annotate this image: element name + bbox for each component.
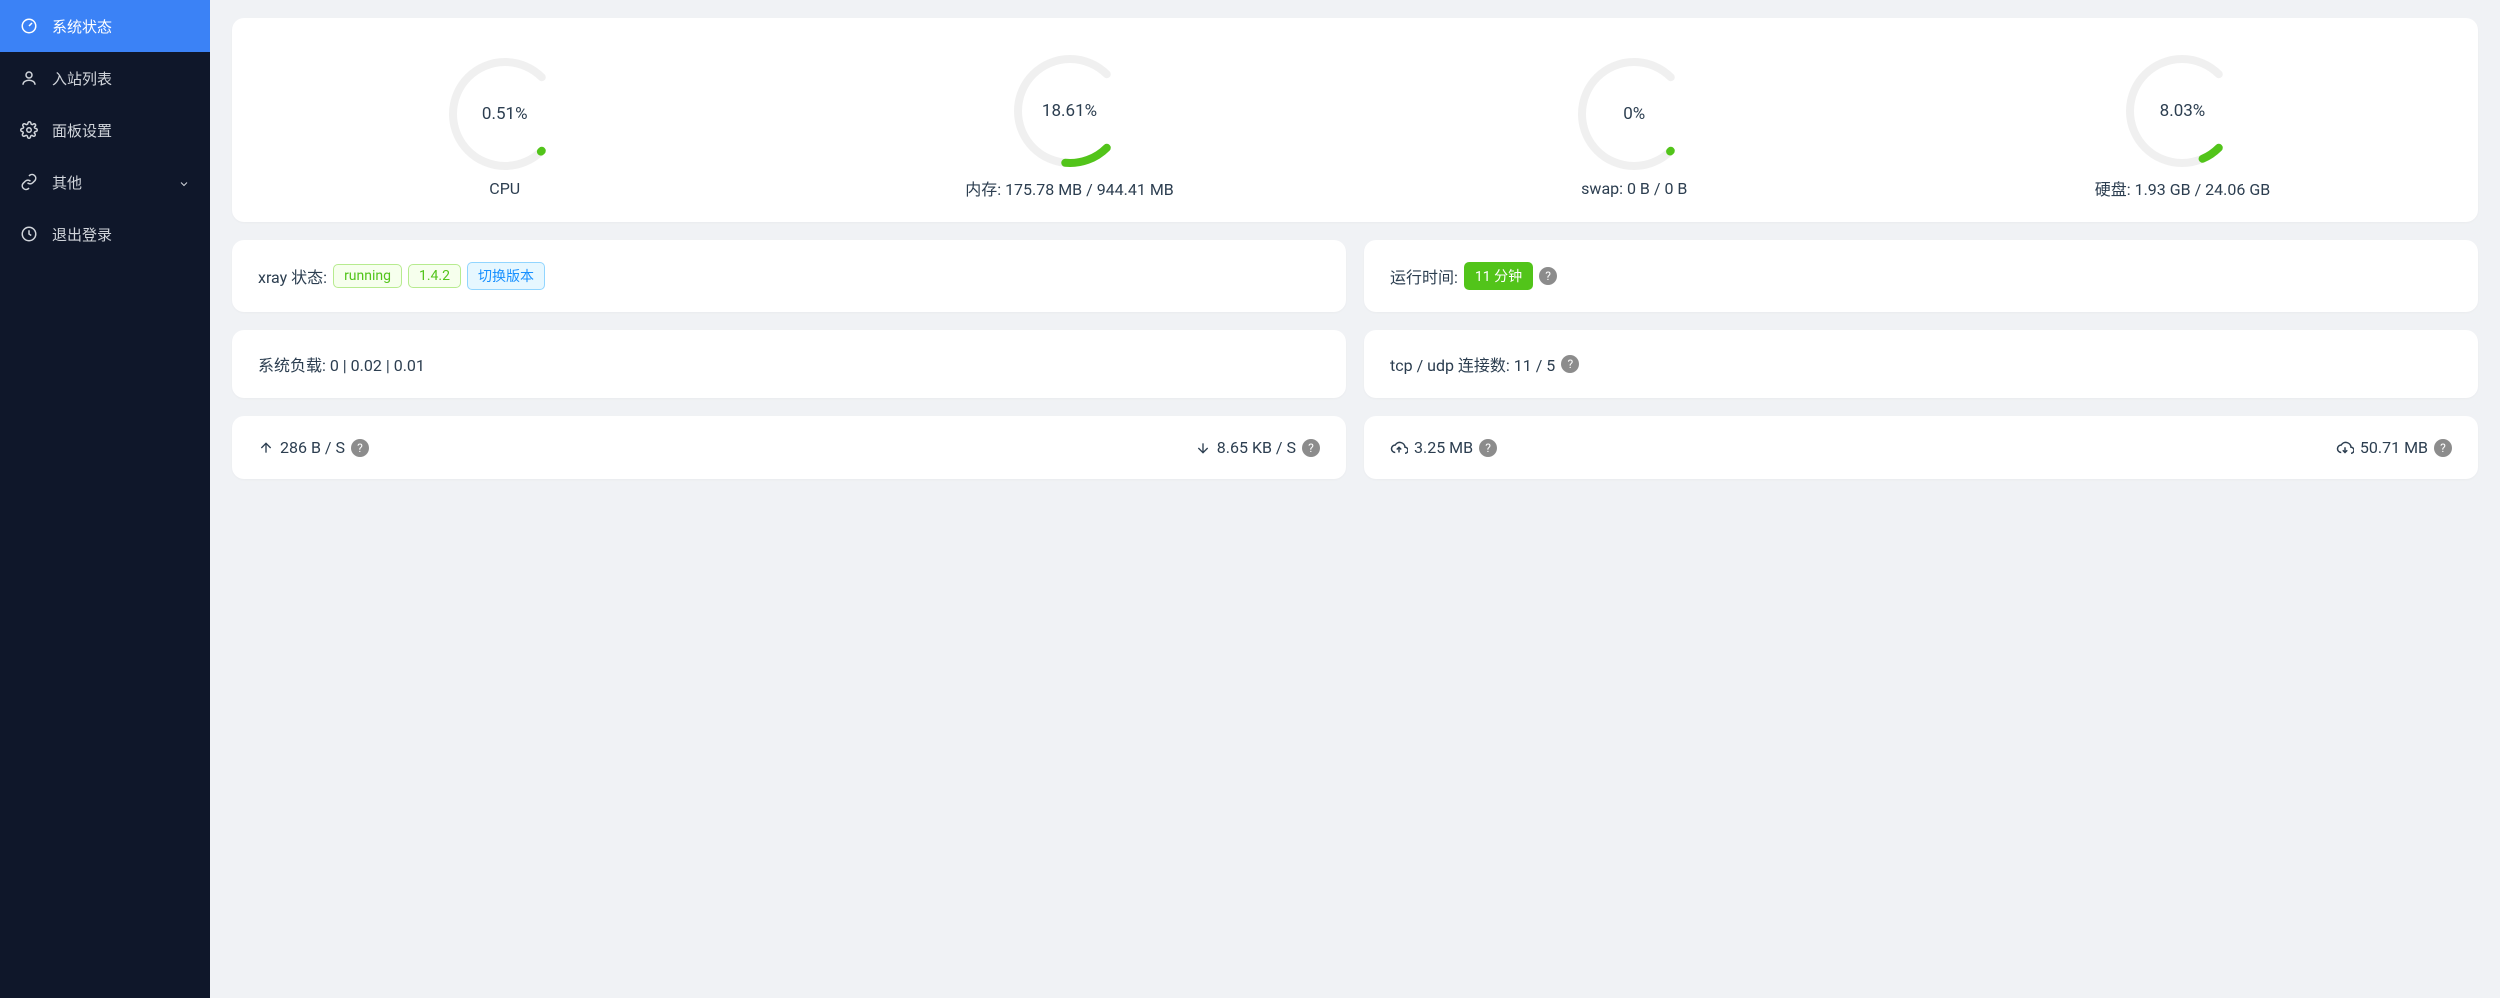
link-icon xyxy=(20,173,38,191)
help-icon[interactable]: ? xyxy=(351,439,369,457)
gauges-card: 0.51% CPU 18.61% 内存: 175.78 MB / 944.41 … xyxy=(232,18,2478,222)
help-icon[interactable]: ? xyxy=(2434,439,2452,457)
sidebar-item-label: 退出登录 xyxy=(52,224,190,245)
uptime-value-tag: 11 分钟 xyxy=(1464,262,1533,290)
arrow-down-icon xyxy=(1195,440,1211,456)
sidebar-item-label: 其他 xyxy=(52,172,178,193)
sidebar-item-inbound-list[interactable]: 入站列表 xyxy=(0,52,210,104)
system-load-text: 系统负载: 0 | 0.02 | 0.01 xyxy=(258,352,425,376)
connections-text: tcp / udp 连接数: 11 / 5 xyxy=(1390,352,1555,376)
sidebar-item-label: 系统状态 xyxy=(52,16,190,37)
net-upload-speed: 286 B / S xyxy=(280,438,345,457)
sidebar-item-label: 面板设置 xyxy=(52,120,190,141)
cloud-download-icon xyxy=(2336,439,2354,457)
net-speed-card: 286 B / S ? 8.65 KB / S ? xyxy=(232,416,1346,479)
chevron-down-icon xyxy=(178,176,190,188)
gauge-label: 内存: 175.78 MB / 944.41 MB xyxy=(965,176,1174,200)
traffic-upload-total: 3.25 MB xyxy=(1414,438,1473,457)
traffic-card: 3.25 MB ? 50.71 MB ? xyxy=(1364,416,2478,479)
dashboard-icon xyxy=(20,17,38,35)
gauge-label: 硬盘: 1.93 GB / 24.06 GB xyxy=(2095,176,2270,200)
gauge-memory: 18.61% 内存: 175.78 MB / 944.41 MB xyxy=(965,46,1174,200)
gauge-value: 0.51% xyxy=(440,104,570,124)
net-download-speed: 8.65 KB / S xyxy=(1217,438,1296,457)
sidebar-item-other[interactable]: 其他 xyxy=(0,156,210,208)
arrow-up-icon xyxy=(258,440,274,456)
connections-card: tcp / udp 连接数: 11 / 5 ? xyxy=(1364,330,2478,398)
gauge-label: swap: 0 B / 0 B xyxy=(1581,179,1687,198)
uptime-card: 运行时间: 11 分钟 ? xyxy=(1364,240,2478,312)
gauge-swap: 0% swap: 0 B / 0 B xyxy=(1569,49,1699,198)
xray-status-title: xray 状态: xyxy=(258,264,327,288)
xray-version-tag: 1.4.2 xyxy=(408,264,461,288)
system-load-card: 系统负载: 0 | 0.02 | 0.01 xyxy=(232,330,1346,398)
gauge-value: 8.03% xyxy=(2117,101,2247,121)
sidebar-item-system-status[interactable]: 系统状态 xyxy=(0,0,210,52)
gauge-cpu: 0.51% CPU xyxy=(440,49,570,198)
help-icon[interactable]: ? xyxy=(1302,439,1320,457)
help-icon[interactable]: ? xyxy=(1561,355,1579,373)
uptime-title: 运行时间: xyxy=(1390,264,1458,288)
sidebar: 系统状态 入站列表 面板设置 其他 退出登 xyxy=(0,0,210,998)
sidebar-item-label: 入站列表 xyxy=(52,68,190,89)
sidebar-item-panel-settings[interactable]: 面板设置 xyxy=(0,104,210,156)
help-icon[interactable]: ? xyxy=(1539,267,1557,285)
traffic-download-total: 50.71 MB xyxy=(2360,438,2428,457)
sidebar-item-logout[interactable]: 退出登录 xyxy=(0,208,210,260)
xray-status-tag: running xyxy=(333,264,402,288)
user-icon xyxy=(20,69,38,87)
xray-status-card: xray 状态: running 1.4.2 切换版本 xyxy=(232,240,1346,312)
logout-icon xyxy=(20,225,38,243)
gauge-value: 0% xyxy=(1569,104,1699,124)
gear-icon xyxy=(20,121,38,139)
gauge-disk: 8.03% 硬盘: 1.93 GB / 24.06 GB xyxy=(2095,46,2270,200)
gauge-value: 18.61% xyxy=(1005,101,1135,121)
main-content: 0.51% CPU 18.61% 内存: 175.78 MB / 944.41 … xyxy=(210,0,2500,998)
gauge-label: CPU xyxy=(489,179,520,198)
xray-switch-version-button[interactable]: 切换版本 xyxy=(467,262,545,290)
cloud-upload-icon xyxy=(1390,439,1408,457)
help-icon[interactable]: ? xyxy=(1479,439,1497,457)
